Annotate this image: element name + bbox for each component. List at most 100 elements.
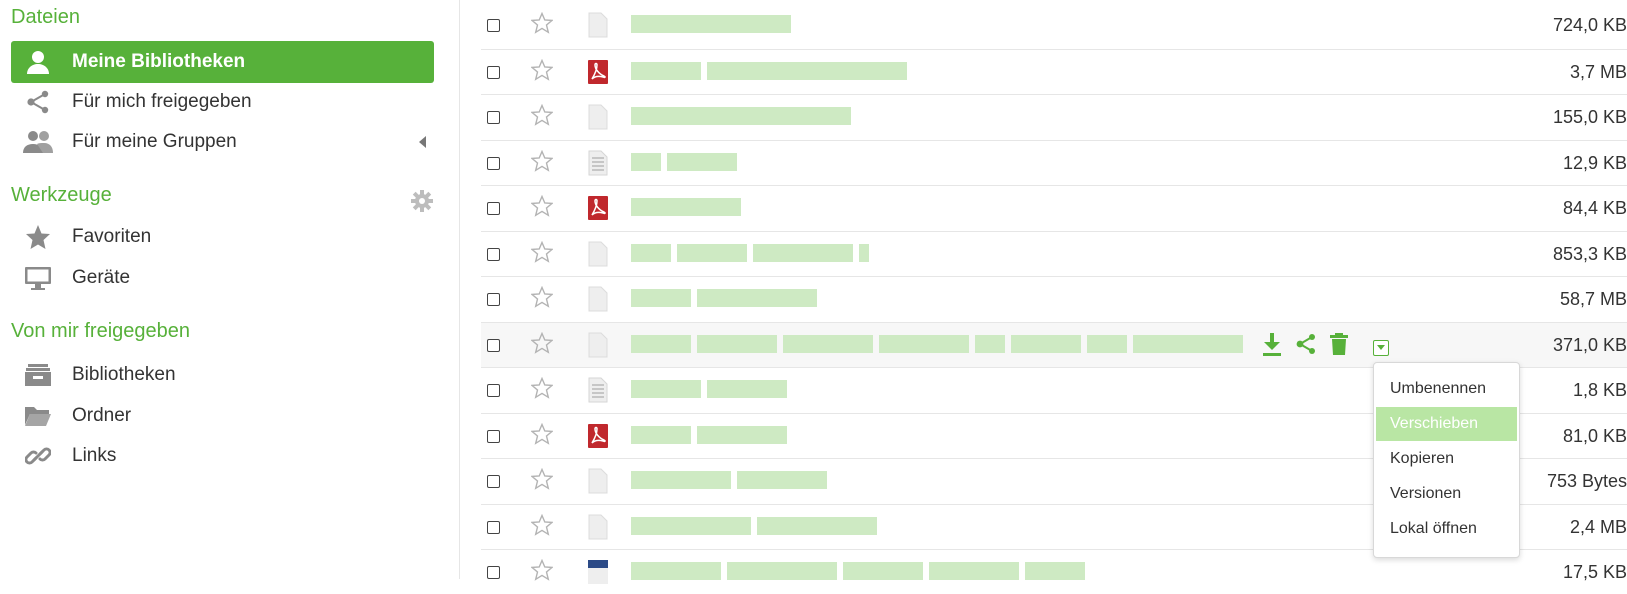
file-icon: [586, 286, 610, 312]
checkbox[interactable]: [487, 384, 500, 397]
star-icon[interactable]: [530, 513, 555, 538]
star-icon[interactable]: [530, 558, 555, 583]
file-operations-dropdown: Umbenennen Verschieben Kopieren Versione…: [1373, 362, 1520, 558]
pdf-file-icon: [586, 59, 610, 85]
star-icon[interactable]: [530, 149, 555, 174]
file-size: 84,4 KB: [1562, 198, 1627, 218]
file-name-redacted[interactable]: [631, 469, 833, 491]
file-icon: [586, 12, 610, 38]
checkbox[interactable]: [487, 202, 500, 215]
file-size: 17,5 KB: [1562, 562, 1627, 582]
file-name-redacted[interactable]: [631, 242, 875, 264]
gear-icon[interactable]: [410, 189, 434, 213]
download-icon[interactable]: [1261, 332, 1285, 358]
file-name-redacted[interactable]: [631, 60, 913, 82]
share-icon[interactable]: [1295, 332, 1319, 358]
star-icon[interactable]: [530, 285, 555, 310]
checkbox[interactable]: [487, 475, 500, 488]
file-icon: [586, 104, 610, 130]
file-row[interactable]: 155,0 KB: [481, 94, 1627, 139]
file-size: 155,0 KB: [1552, 107, 1627, 127]
star-icon[interactable]: [530, 331, 555, 356]
file-size: 724,0 KB: [1552, 15, 1627, 35]
file-row[interactable]: 84,4 KB: [481, 185, 1627, 230]
file-size: 1,8 KB: [1572, 380, 1627, 400]
text-file-icon: [586, 377, 610, 403]
nav-folders[interactable]: Ordner: [11, 395, 434, 437]
nav-shared-with-me[interactable]: Für mich freigegeben: [11, 81, 434, 123]
nav-label: Bibliotheken: [72, 364, 176, 385]
file-icon: [586, 332, 610, 358]
file-size: 753 Bytes: [1546, 471, 1627, 491]
file-size: 853,3 KB: [1552, 243, 1627, 264]
share-icon: [23, 88, 53, 116]
nav-label: Links: [72, 445, 117, 466]
nav-favorites[interactable]: Favoriten: [11, 216, 434, 258]
star-icon[interactable]: [530, 11, 555, 36]
file-name-redacted[interactable]: [631, 333, 1249, 355]
menu-item-copy[interactable]: Kopieren: [1376, 442, 1517, 476]
file-name-redacted[interactable]: [631, 515, 883, 537]
nav-links[interactable]: Links: [11, 435, 434, 477]
folder-icon: [23, 402, 53, 430]
menu-item-open-locally[interactable]: Lokal öffnen: [1376, 512, 1517, 546]
file-row[interactable]: 12,9 KB: [481, 139, 1627, 185]
menu-item-move[interactable]: Verschieben: [1376, 407, 1517, 441]
file-name-redacted[interactable]: [631, 424, 793, 446]
file-name-redacted[interactable]: [631, 105, 857, 127]
document-file-icon: [586, 559, 610, 585]
file-row[interactable]: 853,3 KB: [481, 230, 1627, 276]
checkbox[interactable]: [487, 293, 500, 306]
star-icon[interactable]: [530, 58, 555, 83]
file-name-redacted[interactable]: [631, 287, 823, 309]
file-icon: [586, 514, 610, 540]
sidebar: Dateien Meine Bibliotheken Für mich frei…: [0, 0, 460, 579]
file-row[interactable]: 58,7 MB: [481, 276, 1627, 321]
section-title-tools: Werkzeuge: [11, 184, 112, 206]
checkbox[interactable]: [487, 247, 500, 261]
link-icon: [23, 442, 53, 470]
star-icon[interactable]: [530, 194, 555, 219]
nav-my-libraries[interactable]: Meine Bibliotheken: [11, 41, 434, 83]
menu-item-rename[interactable]: Umbenennen: [1376, 372, 1517, 406]
star-icon: [23, 223, 53, 251]
file-name-redacted[interactable]: [631, 196, 747, 218]
checkbox[interactable]: [487, 566, 500, 579]
file-row[interactable]: 724,0 KB: [481, 3, 1627, 48]
file-name-redacted[interactable]: [631, 13, 797, 35]
menu-item-versions[interactable]: Versionen: [1376, 477, 1517, 511]
text-file-icon: [586, 150, 610, 176]
checkbox[interactable]: [487, 111, 500, 124]
nav-devices[interactable]: Geräte: [11, 257, 434, 299]
monitor-icon: [23, 264, 53, 292]
file-row[interactable]: 3,7 MB: [481, 48, 1627, 94]
checkbox[interactable]: [487, 65, 500, 79]
file-size: 371,0 KB: [1552, 334, 1627, 355]
more-dropdown-icon[interactable]: [1373, 339, 1389, 356]
star-icon[interactable]: [530, 240, 555, 265]
file-name-redacted[interactable]: [631, 378, 793, 400]
nav-label: Geräte: [72, 267, 131, 288]
group-icon: [23, 128, 53, 156]
nav-label: Favoriten: [72, 226, 152, 247]
checkbox[interactable]: [487, 19, 500, 32]
checkbox[interactable]: [487, 429, 500, 443]
nav-my-groups[interactable]: Für meine Gruppen: [11, 121, 434, 163]
star-icon[interactable]: [530, 103, 555, 128]
user-icon: [23, 48, 53, 76]
pdf-file-icon: [586, 423, 610, 449]
checkbox[interactable]: [487, 338, 500, 352]
file-name-redacted[interactable]: [631, 151, 743, 173]
star-icon[interactable]: [530, 422, 555, 447]
star-icon[interactable]: [530, 376, 555, 401]
checkbox[interactable]: [487, 520, 500, 534]
checkbox[interactable]: [487, 156, 500, 170]
caret-left-icon[interactable]: [419, 136, 426, 148]
file-row[interactable]: 371,0 KB: [481, 321, 1627, 367]
star-icon[interactable]: [530, 467, 555, 492]
nav-libraries[interactable]: Bibliotheken: [11, 354, 434, 396]
file-icon: [586, 468, 610, 494]
section-title-shared-by-me: Von mir freigegeben: [11, 320, 191, 342]
delete-icon[interactable]: [1328, 332, 1352, 358]
file-size: 58,7 MB: [1559, 289, 1627, 309]
